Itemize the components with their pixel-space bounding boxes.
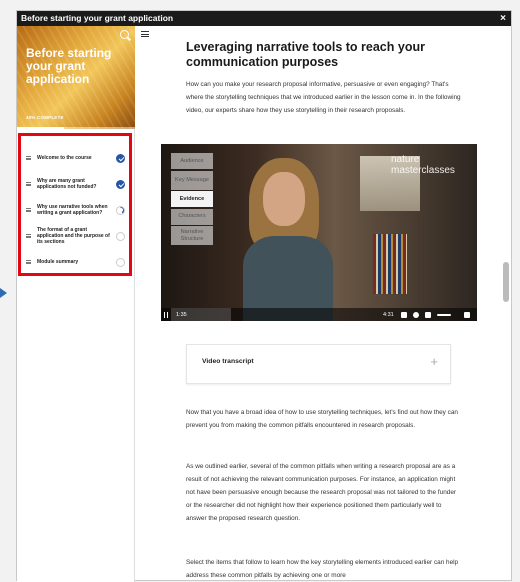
module-label: Module summary: [37, 259, 79, 265]
course-sidebar: Before starting your grant application 4…: [17, 26, 135, 582]
search-icon[interactable]: [120, 30, 129, 39]
list-lines-icon: [26, 234, 31, 238]
check-icon: [116, 179, 125, 189]
transcript-label: Video transcript: [202, 358, 254, 365]
volume-slider[interactable]: [437, 313, 451, 316]
list-lines-icon: [26, 156, 31, 160]
empty-circle-icon: [116, 231, 125, 241]
video-tag: Audience: [171, 153, 213, 169]
fullscreen-icon[interactable]: [464, 311, 470, 318]
progress-ring-icon: [116, 205, 125, 215]
module-item[interactable]: Module summary: [21, 249, 129, 275]
video-tag: Characters: [171, 208, 213, 225]
check-icon: [116, 153, 125, 163]
settings-icon[interactable]: [413, 311, 419, 318]
list-lines-icon: [26, 182, 31, 186]
window-title: Before starting your grant application: [21, 13, 174, 23]
scrollbar[interactable]: [503, 262, 509, 302]
module-item[interactable]: Why are many grant applications not fund…: [21, 171, 129, 197]
module-label: The format of a grant application and th…: [37, 227, 110, 245]
lesson-content: Leveraging narrative tools to reach your…: [135, 25, 497, 581]
video-tag: Narrative Structure: [171, 226, 213, 245]
module-label: Welcome to the course: [37, 155, 92, 161]
captions-icon[interactable]: [401, 311, 407, 318]
intro-paragraph: How can you make your research proposal …: [186, 81, 461, 114]
video-controls: 1:35 4:31: [161, 308, 477, 321]
video-logo: nature masterclasses: [391, 154, 455, 176]
module-label: Why use narrative tools when writing a g…: [37, 204, 108, 216]
module-item[interactable]: The format of a grant application and th…: [21, 223, 129, 249]
plus-icon[interactable]: +: [430, 354, 438, 369]
lesson-heading: Leveraging narrative tools to reach your…: [186, 40, 425, 69]
empty-circle-icon: [116, 257, 125, 267]
body-paragraph: As we outlined earlier, several of the c…: [186, 463, 457, 522]
video-tags: Audience Key Message Evidence Characters…: [171, 153, 213, 247]
body-paragraph: Select the items that follow to learn ho…: [186, 559, 459, 579]
volume-icon[interactable]: [425, 311, 431, 318]
course-title: Before starting your grant application: [26, 46, 112, 86]
list-lines-icon: [26, 260, 31, 264]
module-label: Why are many grant applications not fund…: [37, 178, 97, 190]
module-item[interactable]: Why use narrative tools when writing a g…: [21, 197, 129, 223]
body-paragraph: Now that you have a broad idea of how to…: [186, 409, 458, 429]
list-lines-icon: [26, 208, 31, 212]
pause-icon[interactable]: [164, 311, 168, 318]
video-speaker: [243, 158, 333, 321]
video-current-time: 1:35: [176, 311, 187, 318]
video-player[interactable]: nature masterclasses Audience Key Messag…: [161, 144, 477, 321]
video-tag: Key Message: [171, 170, 213, 190]
progress-bar: [17, 127, 135, 129]
video-tag-active: Evidence: [171, 191, 213, 207]
course-hero: Before starting your grant application 4…: [17, 26, 135, 129]
module-item[interactable]: Welcome to the course: [21, 145, 129, 171]
arrow-right-icon: [0, 288, 7, 298]
video-duration: 4:31: [383, 311, 394, 318]
close-icon[interactable]: ×: [500, 11, 506, 26]
progress-text: 40% COMPLETE: [26, 115, 64, 120]
video-transcript-accordion[interactable]: Video transcript +: [186, 344, 451, 384]
window-titlebar: Before starting your grant application ×: [17, 11, 511, 26]
video-background-bookshelf: [373, 234, 407, 294]
module-list: Welcome to the course Why are many grant…: [18, 133, 132, 276]
progress-bar-fill: [17, 127, 65, 129]
